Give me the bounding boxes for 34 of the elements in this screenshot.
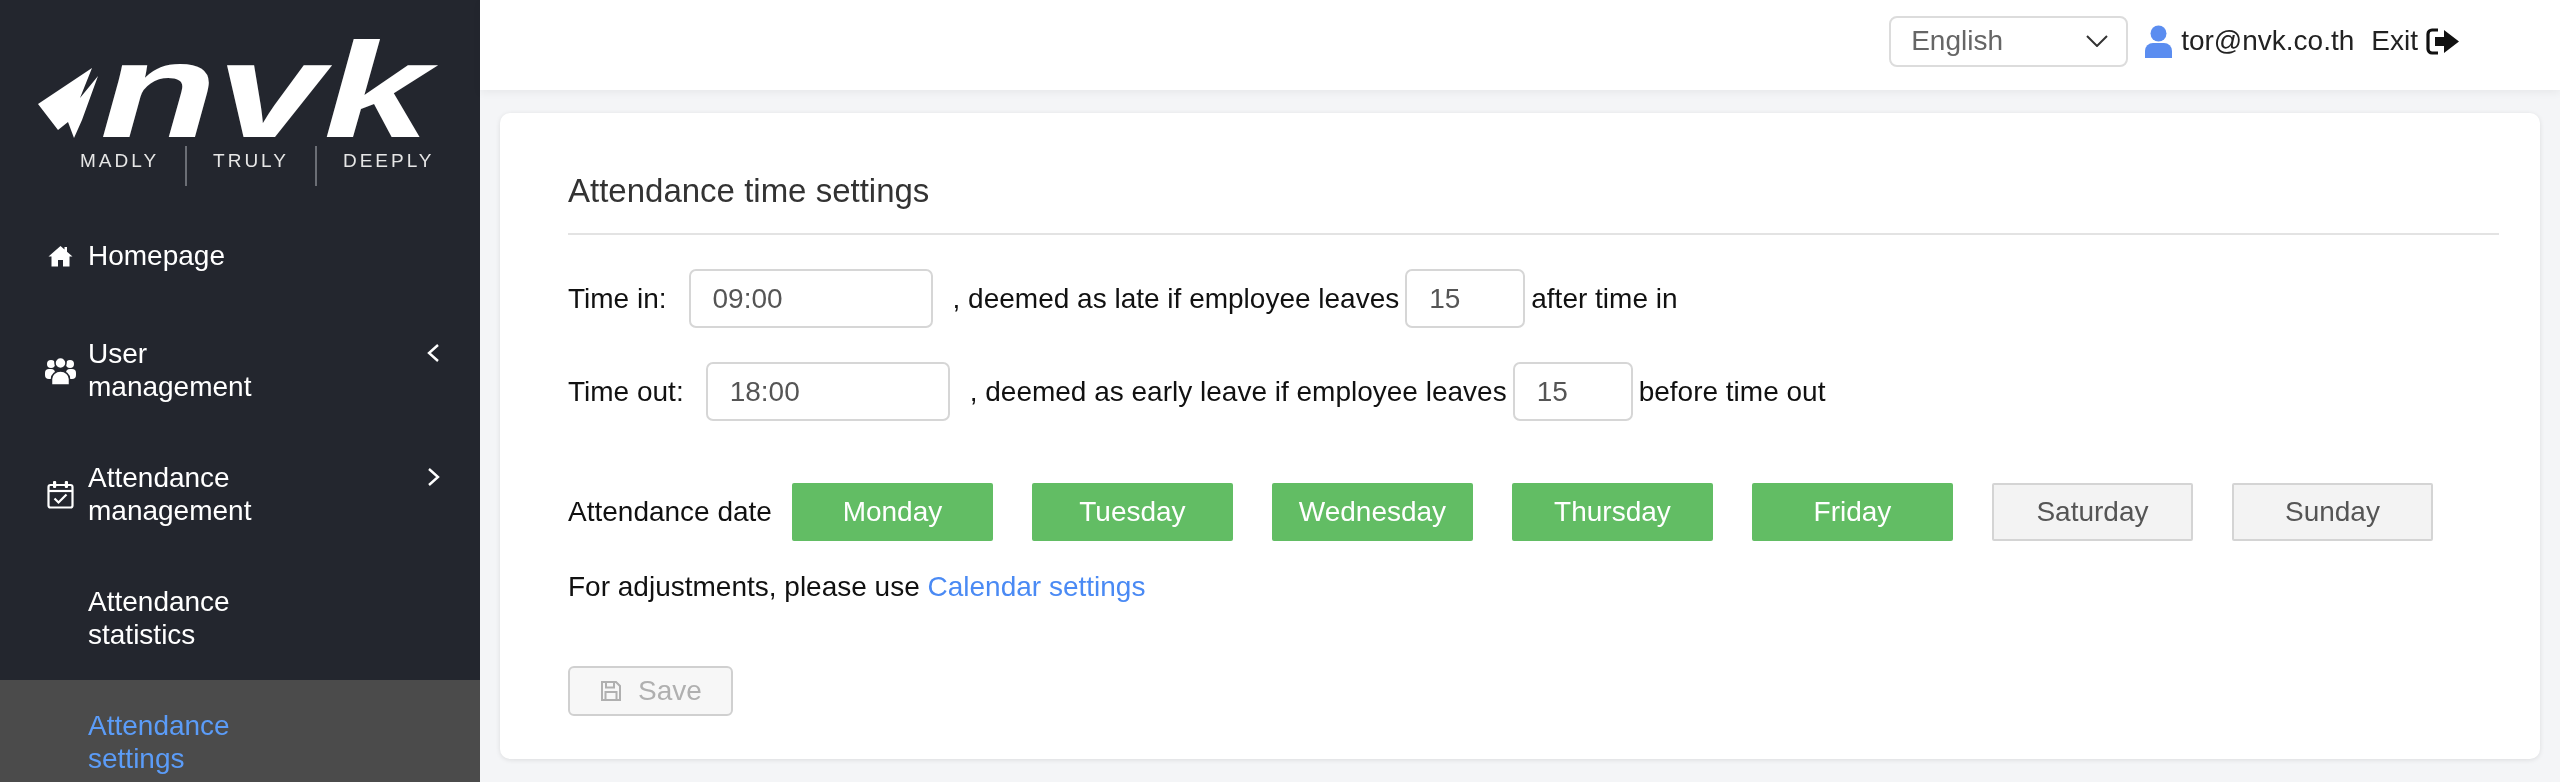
logo-tagline: MADLY [80, 149, 160, 173]
day-toggle[interactable]: Saturday [1991, 483, 2193, 541]
rule-text: , deemed as late if employee leaves [952, 282, 1400, 315]
floppy-icon [600, 680, 622, 702]
exit-link[interactable]: Exit [2371, 25, 2460, 57]
adjustment-note: For adjustments, please use Calendar settings [568, 570, 1147, 604]
time-input[interactable]: 18:00 [705, 362, 950, 421]
day-toggle[interactable]: Sunday [2231, 483, 2433, 541]
field-label: Attendance date [568, 496, 772, 528]
time-input[interactable]: 09:00 [688, 269, 933, 328]
user-icon [2145, 24, 2173, 58]
minutes-input[interactable]: 15 [1405, 269, 1526, 328]
field-label: Time out: [568, 375, 684, 408]
logo-tagline: DEEPLY [342, 149, 435, 173]
logo-tagline: TRULY [213, 149, 289, 173]
exit-icon [2426, 27, 2460, 55]
nav-item[interactable]: User management [0, 308, 480, 432]
rule-suffix: before time out [1638, 375, 1826, 408]
language-select[interactable]: English [1889, 15, 2129, 67]
calendar-settings-link[interactable]: Calendar settings [927, 571, 1146, 602]
home-icon [47, 244, 73, 267]
field-label: Time in: [568, 282, 667, 315]
rule-suffix: after time in [1531, 282, 1678, 315]
user-email: tor@nvk.co.th [2181, 25, 2355, 57]
nav-item[interactable]: Homepage [0, 204, 480, 308]
minutes-input[interactable]: 15 [1512, 362, 1633, 421]
nav-item[interactable]: Attendance statistics [0, 556, 480, 680]
caret-icon [2086, 35, 2109, 47]
nav-item[interactable]: Attendance management [0, 432, 480, 556]
card-title: Attendance time settings [568, 171, 931, 211]
calendar-check-icon [46, 479, 74, 509]
logo-arrow-icon [38, 66, 100, 138]
users-icon [44, 355, 76, 385]
rule-text: , deemed as early leave if employee leaves [969, 375, 1507, 408]
